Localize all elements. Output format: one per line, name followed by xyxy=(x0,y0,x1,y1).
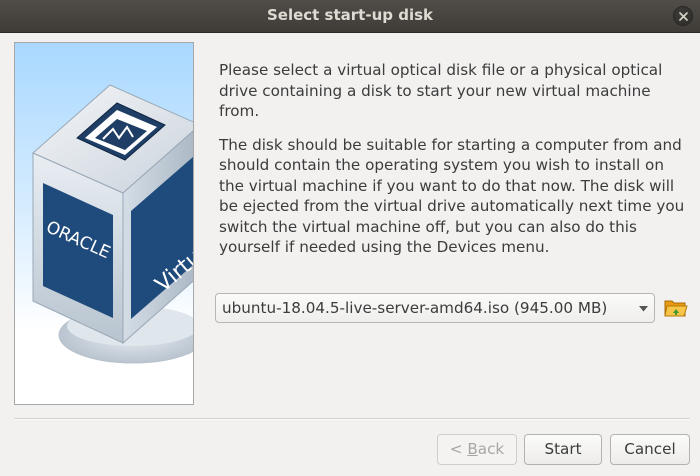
close-button[interactable] xyxy=(673,6,693,26)
back-button-prefix: < xyxy=(449,440,468,458)
back-button[interactable]: < Back xyxy=(437,434,517,465)
virtualbox-logo: ORACLE Virtu xyxy=(32,84,193,364)
window-title: Select start-up disk xyxy=(266,6,433,24)
back-button-rest: ack xyxy=(477,440,505,458)
disk-selector-value: ubuntu-18.04.5-live-server-amd64.iso (94… xyxy=(222,299,608,317)
cancel-button[interactable]: Cancel xyxy=(610,434,690,465)
close-icon xyxy=(679,12,688,21)
wizard-image-panel: ORACLE Virtu xyxy=(14,42,194,405)
instruction-paragraph-2: The disk should be suitable for starting… xyxy=(219,135,685,257)
button-divider xyxy=(14,418,690,420)
instructions: Please select a virtual optical disk fil… xyxy=(219,60,689,258)
chevron-down-icon xyxy=(639,306,648,312)
instruction-paragraph-1: Please select a virtual optical disk fil… xyxy=(219,61,663,120)
browse-disk-button[interactable] xyxy=(664,296,688,320)
title-bar: Select start-up disk xyxy=(0,0,700,33)
start-button[interactable]: Start xyxy=(524,434,602,465)
disk-selector-combo[interactable]: ubuntu-18.04.5-live-server-amd64.iso (94… xyxy=(215,293,655,323)
folder-icon xyxy=(664,300,688,317)
back-button-mnemonic: B xyxy=(467,440,478,458)
